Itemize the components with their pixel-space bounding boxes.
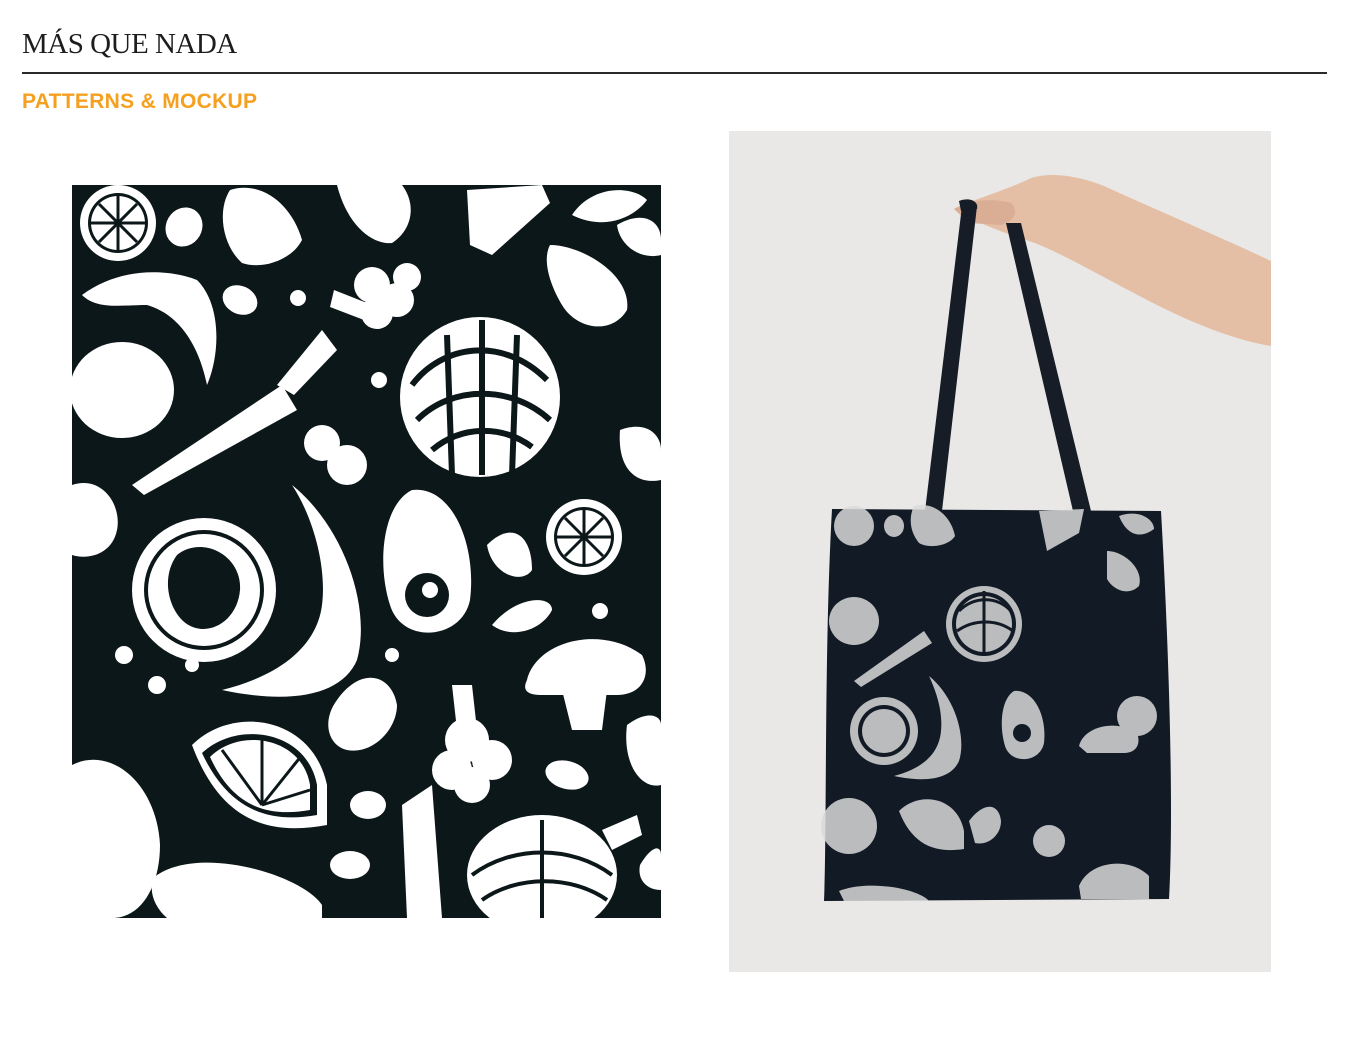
tote-bag-mockup-photo [729,131,1271,972]
cherry-icon [327,445,367,485]
olive-icon [330,851,370,879]
section-title: PATTERNS & MOCKUP [22,90,258,113]
olive-icon [350,791,386,819]
citrus-slice-icon [546,499,622,575]
brand-title: MÁS QUE NADA [22,28,237,60]
citrus-slice-icon [80,185,156,261]
tote-bag-icon [821,505,1172,901]
tomato-icon [132,518,276,662]
header-divider [22,72,1327,74]
melon-icon [400,317,560,477]
lemon-icon [72,342,174,438]
food-pattern-illustration [72,185,661,918]
